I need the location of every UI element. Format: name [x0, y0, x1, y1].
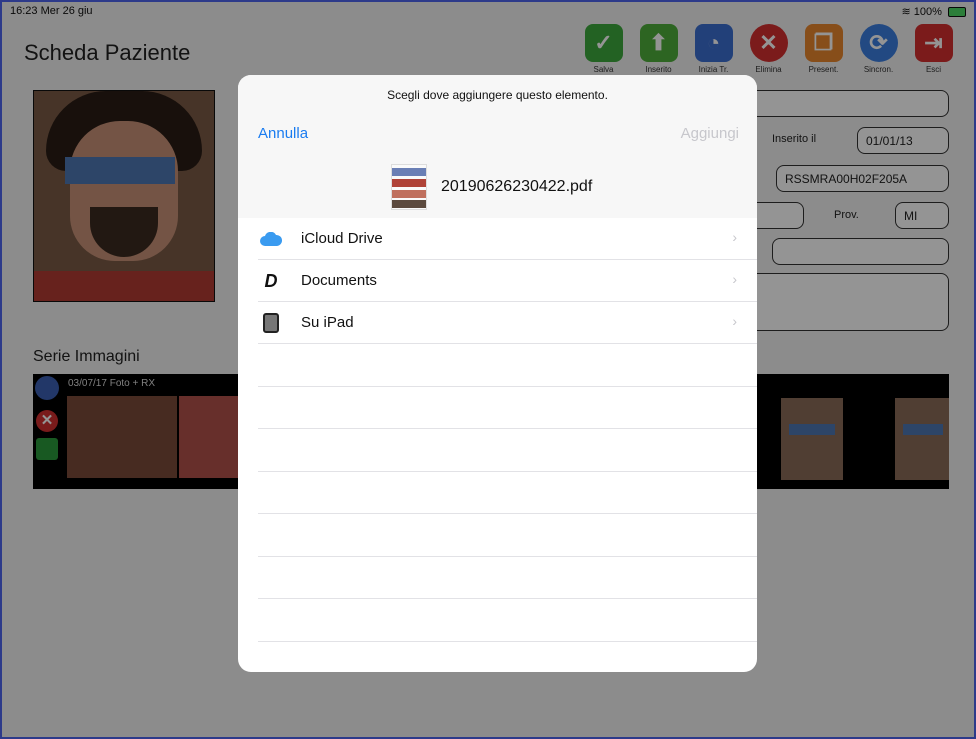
sheet-header: Scegli dove aggiungere questo elemento. … — [238, 75, 757, 218]
empty-row — [238, 599, 757, 642]
ipad-icon — [260, 313, 282, 333]
ipad-screen: 16:23 Mer 26 giu ≋ 100% Scheda Paziente … — [0, 0, 976, 739]
sheet-prompt: Scegli dove aggiungere questo elemento. — [387, 88, 608, 102]
cloud-icon — [260, 229, 282, 249]
location-icloud-drive[interactable]: iCloud Drive › — [238, 218, 757, 260]
location-label: Su iPad — [301, 314, 354, 331]
empty-row — [238, 472, 757, 514]
empty-row — [238, 387, 757, 429]
empty-row — [238, 557, 757, 599]
location-su-ipad[interactable]: Su iPad › — [238, 302, 757, 344]
location-documents[interactable]: D Documents › — [238, 260, 757, 302]
file-thumb-band — [392, 168, 426, 176]
location-label: Documents — [301, 272, 377, 289]
save-to-files-sheet: Scegli dove aggiungere questo elemento. … — [238, 75, 757, 672]
row-separator — [258, 640, 757, 642]
file-thumb-band — [392, 179, 426, 187]
chevron-right-icon: › — [732, 229, 737, 245]
location-list: iCloud Drive › D Documents › Su iPad › — [238, 218, 757, 642]
cancel-button[interactable]: Annulla — [258, 125, 308, 142]
file-name: 20190626230422.pdf — [441, 178, 593, 195]
location-label: iCloud Drive — [301, 230, 383, 247]
empty-row — [238, 514, 757, 557]
empty-row — [238, 429, 757, 472]
file-thumb-band — [392, 200, 426, 208]
add-button[interactable]: Aggiungi — [681, 125, 739, 142]
file-thumb-band — [392, 190, 426, 198]
pdf-file-icon — [391, 164, 427, 210]
empty-row — [238, 344, 757, 387]
chevron-right-icon: › — [732, 271, 737, 287]
documents-app-icon: D — [264, 270, 278, 291]
chevron-right-icon: › — [732, 313, 737, 329]
